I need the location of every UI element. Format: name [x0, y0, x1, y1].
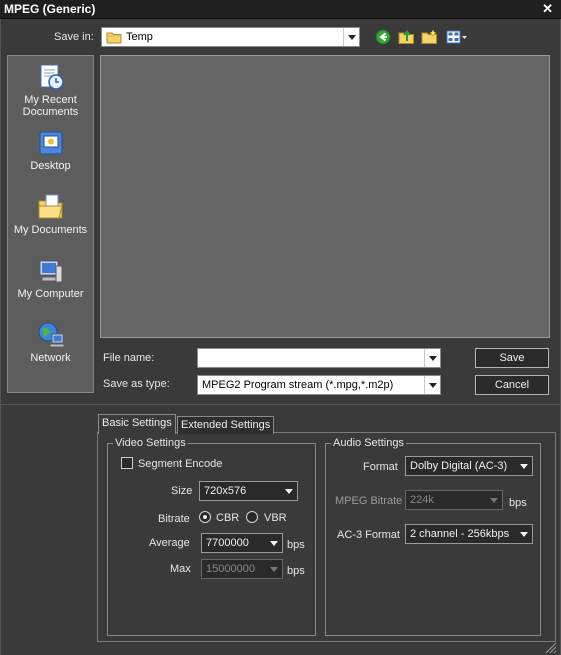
average-label: Average — [149, 537, 190, 549]
mpeg-bitrate-dropdown: 224k — [405, 490, 503, 510]
size-dropdown[interactable]: 720x576 — [199, 481, 298, 501]
chevron-down-icon[interactable] — [266, 534, 282, 552]
ac3-format-label: AC-3 Format — [337, 529, 400, 541]
cbr-label: CBR — [216, 512, 240, 524]
audio-format-dropdown[interactable]: Dolby Digital (AC-3) — [405, 456, 533, 476]
video-settings-label: Video Settings — [113, 437, 188, 449]
place-label: My Recent — [24, 94, 77, 106]
size-label: Size — [171, 485, 193, 497]
save-in-label: Save in: — [54, 31, 94, 43]
chevron-down-icon[interactable] — [424, 349, 440, 367]
bitrate-label: Bitrate — [158, 513, 190, 525]
cancel-button[interactable]: Cancel — [475, 375, 549, 395]
new-folder-icon[interactable] — [421, 29, 438, 45]
chevron-down-icon[interactable] — [281, 482, 297, 500]
save-as-type-label: Save as type: — [103, 378, 170, 390]
save-button[interactable]: Save — [475, 348, 549, 368]
place-label: Desktop — [30, 160, 71, 172]
file-list[interactable] — [100, 55, 550, 338]
chevron-down-icon[interactable] — [343, 28, 359, 46]
close-icon[interactable]: ✕ — [542, 1, 553, 17]
back-icon[interactable] — [375, 29, 391, 45]
segment-encode-checkbox[interactable] — [121, 457, 133, 469]
place-label: My Computer — [17, 288, 84, 300]
ac3-format-dropdown[interactable]: 2 channel - 256kbps — [405, 524, 533, 544]
file-name-input[interactable] — [197, 348, 441, 368]
average-unit: bps — [287, 539, 305, 551]
window-title: MPEG (Generic) — [4, 2, 96, 16]
chevron-down-icon[interactable] — [516, 457, 532, 475]
save-as-type-dropdown[interactable]: MPEG2 Program stream (*.mpg,*.m2p) — [197, 375, 441, 395]
places-bar: My Recent Documents Desktop My Documents… — [7, 55, 94, 393]
place-desktop[interactable]: Desktop — [8, 128, 93, 172]
my-computer-icon — [39, 260, 62, 283]
save-as-type-value: MPEG2 Program stream (*.mpg,*.m2p) — [202, 379, 394, 391]
size-value: 720x576 — [204, 485, 247, 497]
place-network[interactable]: Network — [8, 320, 93, 364]
place-label: My Documents — [13, 224, 88, 236]
recent-documents-icon — [40, 64, 64, 90]
audio-settings-label: Audio Settings — [331, 437, 406, 449]
my-documents-icon — [38, 194, 63, 219]
segment-encode-label: Segment Encode — [138, 458, 223, 470]
save-in-value: Temp — [126, 31, 153, 43]
mpeg-bitrate-value: 224k — [410, 494, 434, 506]
average-bitrate-dropdown[interactable]: 7700000 — [201, 533, 283, 553]
max-unit: bps — [287, 565, 305, 577]
place-my-computer[interactable]: My Computer — [8, 256, 93, 300]
chevron-down-icon — [486, 491, 502, 509]
desktop-icon — [39, 131, 62, 155]
format-value: Dolby Digital (AC-3) — [410, 460, 508, 472]
chevron-down-icon[interactable] — [424, 376, 440, 394]
chevron-down-icon — [266, 560, 282, 578]
cbr-radio[interactable] — [199, 511, 211, 523]
place-my-documents[interactable]: My Documents — [8, 192, 93, 236]
ac3-format-value: 2 channel - 256kbps — [410, 528, 510, 540]
format-label: Format — [363, 461, 398, 473]
divider — [0, 404, 561, 405]
file-name-label: File name: — [103, 352, 155, 364]
place-label: Documents — [22, 106, 79, 118]
average-value: 7700000 — [206, 537, 249, 549]
vbr-label: VBR — [264, 512, 287, 524]
tab-basic-settings[interactable]: Basic Settings — [98, 414, 176, 434]
mpeg-bitrate-label: MPEG Bitrate — [335, 495, 403, 507]
tab-extended-settings[interactable]: Extended Settings — [177, 416, 275, 434]
save-in-dropdown[interactable]: Temp — [101, 27, 360, 47]
place-label: Network — [30, 352, 71, 364]
place-my-recent-documents[interactable]: My Recent Documents — [8, 62, 93, 118]
network-icon — [38, 322, 64, 348]
max-bitrate-dropdown: 15000000 — [201, 559, 283, 579]
mpeg-bitrate-unit: bps — [509, 497, 527, 509]
up-folder-icon[interactable] — [398, 29, 415, 45]
folder-icon — [106, 32, 122, 44]
view-menu-icon[interactable] — [446, 30, 468, 44]
vbr-radio[interactable] — [246, 511, 258, 523]
resize-grip-icon[interactable] — [543, 641, 557, 653]
chevron-down-icon[interactable] — [516, 525, 532, 543]
max-value: 15000000 — [206, 563, 255, 575]
max-label: Max — [170, 563, 191, 575]
